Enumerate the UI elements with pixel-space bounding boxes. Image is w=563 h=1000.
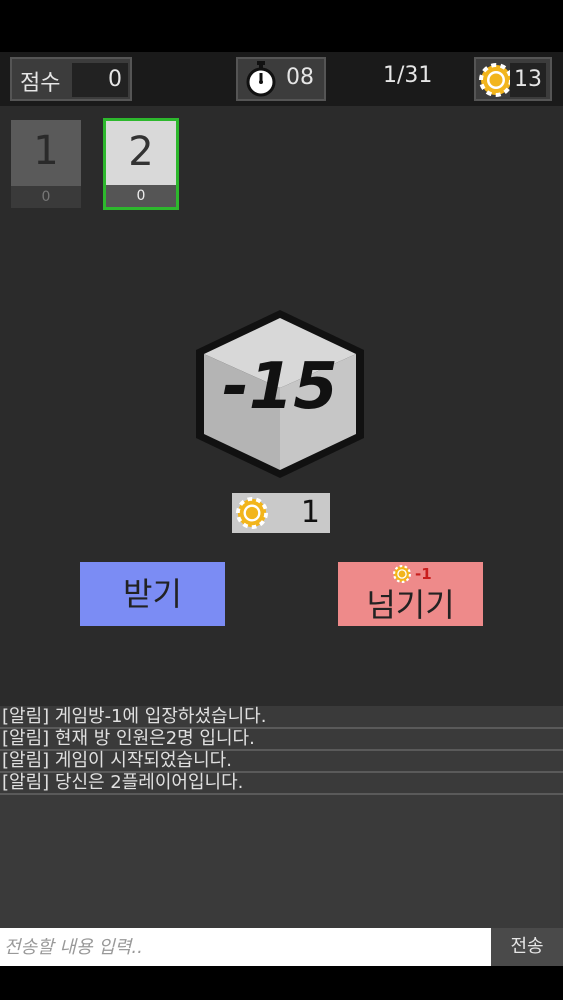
turn-counter: 1/31: [383, 63, 433, 88]
player-2-card: 2 0: [103, 118, 179, 210]
stopwatch-icon: [246, 61, 276, 97]
pot-chips: 1: [232, 493, 330, 533]
pot-chip-count: 1: [300, 495, 320, 530]
card-value: -15: [222, 350, 338, 424]
chat-message: [알림] 게임이 시작되었습니다.: [0, 750, 563, 773]
timer-panel: 08: [236, 57, 326, 101]
take-button[interactable]: 받기: [80, 562, 225, 626]
chip-icon: [236, 497, 268, 529]
coins-value: 13: [510, 63, 546, 97]
chat-log: [알림] 게임방-1에 입장하셨습니다. [알림] 현재 방 인원은2명 입니다…: [0, 706, 563, 928]
status-bar: [0, 0, 563, 52]
player-points: 0: [106, 185, 176, 207]
player-number: 2: [128, 129, 154, 175]
timer-value: 08: [286, 65, 314, 90]
chat-input-row: 전송: [0, 928, 563, 966]
score-panel: 점수 0: [10, 57, 132, 101]
score-label: 점수: [20, 71, 61, 96]
chat-message: [알림] 게임방-1에 입장하셨습니다.: [0, 706, 563, 729]
player-1-card: 1 0: [11, 120, 81, 208]
chat-message: [알림] 현재 방 인원은2명 입니다.: [0, 728, 563, 751]
pass-label: 넘기기: [366, 586, 455, 624]
chip-icon: [479, 63, 513, 97]
chat-message: [알림] 당신은 2플레이어입니다.: [0, 772, 563, 795]
send-button[interactable]: 전송: [491, 928, 563, 966]
score-value: 0: [72, 63, 128, 97]
player-points: 0: [11, 186, 81, 208]
coins-panel: 13: [474, 57, 552, 101]
nav-bar: [0, 966, 563, 1000]
pass-button[interactable]: -1 넘기기: [338, 562, 483, 626]
chat-input[interactable]: [0, 928, 491, 966]
player-number: 1: [33, 128, 59, 174]
game-hud: 점수 0 08 13: [0, 52, 563, 106]
